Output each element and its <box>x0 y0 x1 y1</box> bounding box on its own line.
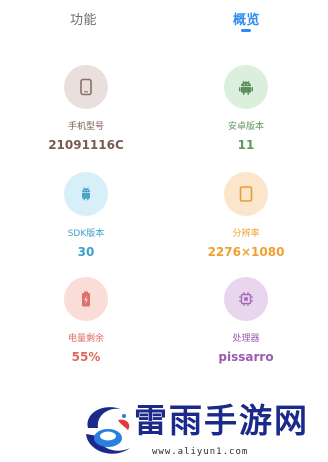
tab-overview[interactable]: 概览 <box>233 9 260 28</box>
sdk-icon <box>82 187 90 201</box>
tablet-icon <box>239 186 253 202</box>
battery-icon <box>82 291 90 307</box>
processor-label: 处理器 <box>232 334 260 344</box>
phone-model-label: 手机型号 <box>67 122 104 132</box>
resolution-value: 2276×1080 <box>207 245 285 259</box>
tab-functions[interactable]: 功能 <box>70 9 97 28</box>
android-icon-circle <box>224 65 268 109</box>
sdk-version-value: 30 <box>77 245 95 259</box>
watermark-logo-icon <box>86 407 130 454</box>
info-card-resolution: 分辨率 2276×1080 <box>176 172 316 259</box>
watermark-title: 雷雨手游网 <box>134 401 309 440</box>
android-icon <box>239 80 253 95</box>
processor-icon-circle <box>224 277 268 321</box>
battery-label: 电量剩余 <box>67 334 104 344</box>
watermark-url: www.aliyun1.com <box>152 447 249 457</box>
info-card-android-version: 安卓版本 11 <box>176 65 316 152</box>
tab-bar: 功能 概览 <box>0 0 328 38</box>
info-card-sdk-version: SDK版本 30 <box>16 172 156 259</box>
tab-active-indicator <box>241 29 251 32</box>
info-card-phone-model: 手机型号 21091116C <box>16 65 156 152</box>
processor-icon <box>239 292 253 306</box>
phone-icon-circle <box>64 65 108 109</box>
resolution-label: 分辨率 <box>232 229 260 239</box>
info-card-battery: 电量剩余 55% <box>16 277 156 364</box>
battery-value: 55% <box>71 350 101 364</box>
android-version-value: 11 <box>237 138 255 152</box>
android-version-label: 安卓版本 <box>227 122 264 132</box>
watermark: 雷雨手游网 www.aliyun1.com <box>78 398 328 462</box>
phone-icon <box>80 78 92 96</box>
battery-icon-circle <box>64 277 108 321</box>
tablet-icon-circle <box>224 172 268 216</box>
sdk-version-label: SDK版本 <box>67 229 105 239</box>
info-card-processor: 处理器 pissarro <box>176 277 316 364</box>
phone-model-value: 21091116C <box>48 138 124 152</box>
processor-value: pissarro <box>218 350 274 364</box>
device-overview-page: 功能 概览 手机型号 21091116C 安卓版本 11 SDK版本 30 分辨… <box>0 0 328 462</box>
sdk-icon-circle <box>64 172 108 216</box>
